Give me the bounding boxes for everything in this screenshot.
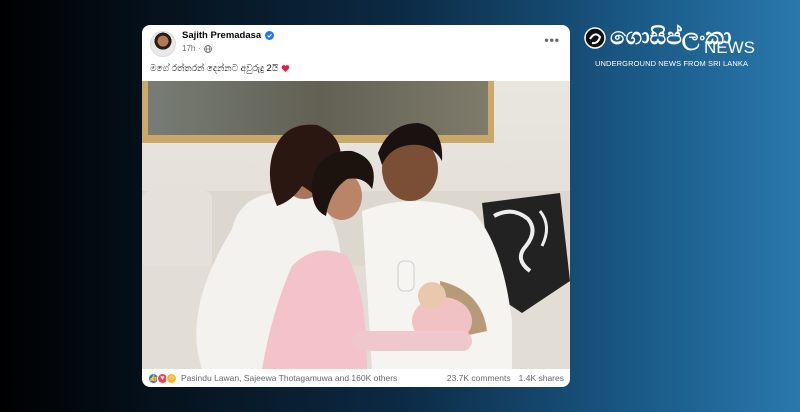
facebook-post-card: Sajith Premadasa 17h · ••• මගේ රත්තරන් ද… xyxy=(142,25,570,387)
post-header: Sajith Premadasa 17h · ••• මගේ රත්තරන් ද… xyxy=(142,25,570,81)
reaction-icons[interactable]: 👍 ♥ ☺ xyxy=(148,372,177,384)
logo-mark-icon xyxy=(584,26,606,49)
post-time[interactable]: 17h xyxy=(182,44,195,53)
author-name[interactable]: Sajith Premadasa xyxy=(182,30,261,41)
globe-icon xyxy=(204,44,212,53)
heart-icon xyxy=(281,65,290,73)
comments-count[interactable]: 23.7K comments xyxy=(447,373,511,383)
dot-separator: · xyxy=(198,44,202,53)
more-icon[interactable]: ••• xyxy=(544,33,560,47)
family-photo-illustration xyxy=(142,81,570,369)
author-avatar[interactable] xyxy=(150,31,176,57)
post-caption: මගේ රත්තරන් දෙන්නට අවුරුදු 2යි xyxy=(150,63,290,74)
reactors-text[interactable]: Pasindu Lawan, Sajeewa Thotagamuwa and 1… xyxy=(181,373,397,383)
caption-text: මගේ රත්තරන් දෙන්නට අවුරුදු 2යි xyxy=(150,63,279,73)
gossip-lanka-logo: ගොසිප්ලංකා NEWS UNDERGROUND NEWS FROM SR… xyxy=(578,26,778,74)
post-footer: 👍 ♥ ☺ Pasindu Lawan, Sajeewa Thotagamuwa… xyxy=(142,369,570,387)
logo-news: NEWS xyxy=(704,38,755,57)
author-row: Sajith Premadasa xyxy=(182,30,275,41)
post-meta: 17h · xyxy=(182,44,212,53)
sofa-cushion-left xyxy=(142,191,212,271)
post-photo[interactable] xyxy=(142,81,570,369)
logo-subtitle: UNDERGROUND NEWS FROM SRI LANKA xyxy=(595,59,749,68)
care-reaction-icon: ☺ xyxy=(166,372,177,384)
shares-count[interactable]: 1.4K shares xyxy=(519,373,564,383)
milk-bottle xyxy=(397,260,415,292)
verified-icon xyxy=(265,31,275,40)
toy-tray xyxy=(352,331,472,351)
